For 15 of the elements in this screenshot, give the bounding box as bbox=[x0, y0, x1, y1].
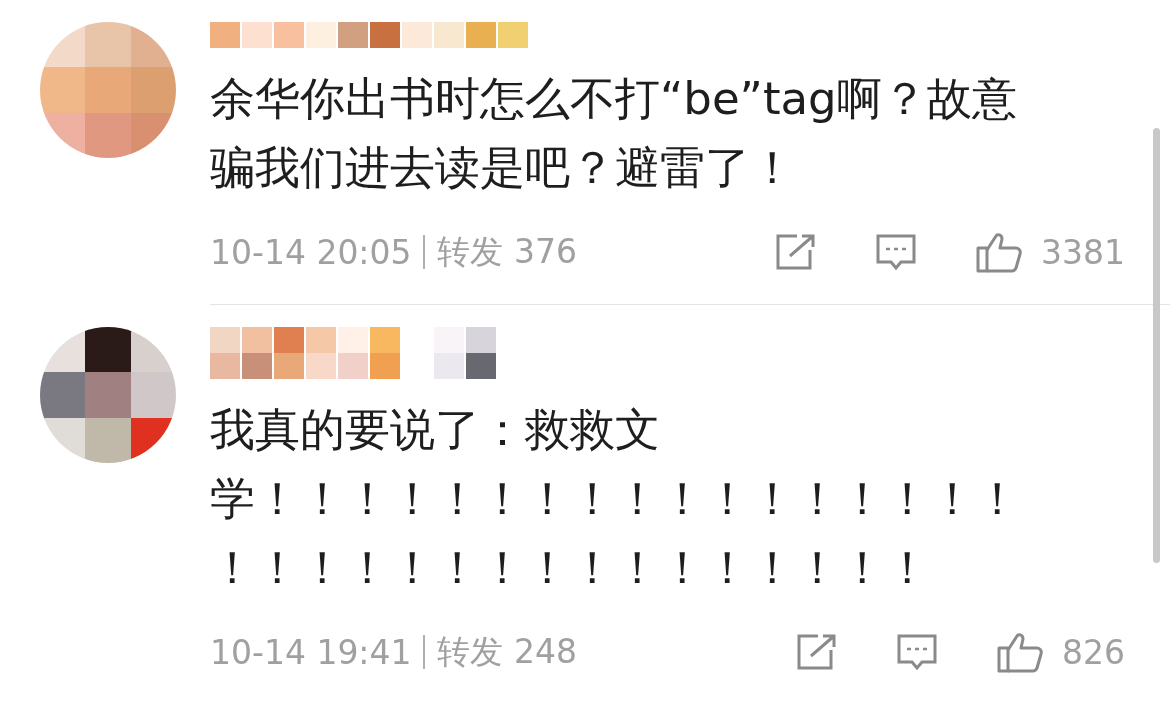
comment-icon[interactable] bbox=[896, 633, 938, 671]
thumbs-up-icon[interactable] bbox=[996, 631, 1044, 673]
thumbs-up-icon[interactable] bbox=[975, 231, 1023, 273]
share-icon[interactable] bbox=[796, 633, 838, 671]
like-count: 826 bbox=[1062, 632, 1125, 672]
comment-icon[interactable] bbox=[875, 233, 917, 271]
comment-text: 余华你出书时怎么不打“be”tag啊？故意 骗我们进去读是吧？避雷了！ bbox=[210, 71, 1018, 196]
share-icon[interactable] bbox=[775, 233, 817, 271]
scrollbar[interactable] bbox=[1153, 128, 1160, 563]
repost-count[interactable]: 转发 248 bbox=[437, 629, 577, 675]
comment-text: 我真的要说了：救救文 学！！！！！！！！！！！！！！！！！ ！！！！！！！！！！！！！！！！ bbox=[210, 402, 1021, 596]
comment-time: 10-14 20:05 bbox=[210, 232, 412, 272]
repost-count[interactable]: 转发 376 bbox=[437, 229, 577, 275]
comment-time: 10-14 19:41 bbox=[210, 632, 412, 672]
like-count: 3381 bbox=[1041, 232, 1125, 272]
